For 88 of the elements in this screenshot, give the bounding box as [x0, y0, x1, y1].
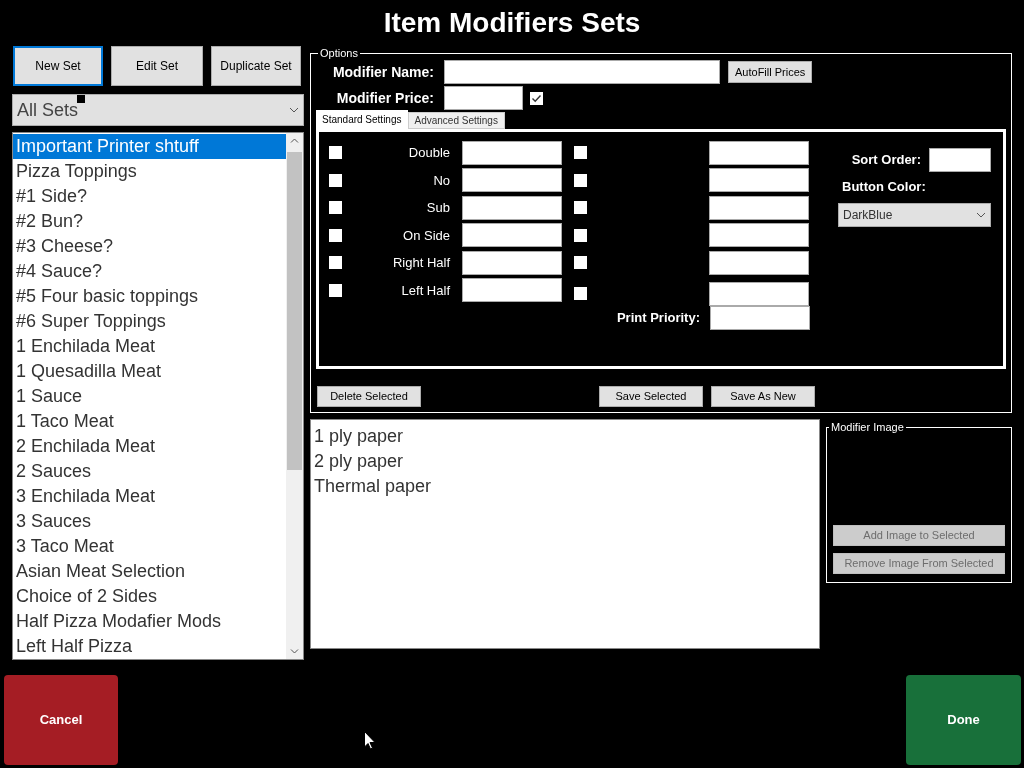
chevron-down-icon — [976, 211, 986, 218]
field-label: Button Color: — [841, 178, 927, 196]
list-item[interactable]: #2 Bun? — [13, 209, 286, 234]
input-field[interactable] — [462, 140, 562, 165]
list-item[interactable]: 1 Quesadilla Meat — [13, 359, 286, 384]
field-label: Modifier Price: — [335, 88, 434, 108]
autofill-button[interactable]: AutoFill Prices — [728, 61, 813, 83]
square-icon — [77, 95, 85, 103]
setting-label: Double — [407, 144, 450, 162]
list-item[interactable]: 2 ply paper — [314, 449, 819, 474]
setting-label: Right Half — [391, 254, 450, 272]
input-field[interactable] — [709, 195, 809, 220]
list-item[interactable]: 1 Taco Meat — [13, 409, 286, 434]
checkbox[interactable] — [574, 201, 587, 215]
input-field[interactable] — [444, 60, 720, 84]
input-field[interactable] — [929, 148, 991, 172]
input-field[interactable] — [709, 168, 809, 193]
checkbox[interactable] — [329, 256, 342, 270]
set-filter-dropdown[interactable]: All Sets — [12, 94, 304, 126]
list-item[interactable]: Left Half Pizza — [13, 634, 286, 659]
checkbox[interactable] — [574, 173, 587, 187]
toolbar-button[interactable]: New Set — [13, 46, 103, 86]
checkbox[interactable] — [329, 201, 342, 215]
list-item[interactable]: #4 Sauce? — [13, 259, 286, 284]
checkbox[interactable] — [530, 91, 543, 105]
chevron-down-icon — [289, 107, 299, 113]
toolbar-button[interactable]: Duplicate Set — [211, 46, 301, 86]
list-item[interactable]: Pizza Toppings — [13, 159, 286, 184]
color-dropdown[interactable]: DarkBlue — [838, 202, 991, 227]
list-item[interactable]: 1 Sauce — [13, 384, 286, 409]
scroll-thumb[interactable] — [287, 152, 302, 470]
tab[interactable]: Standard Settings — [316, 110, 408, 129]
list-item[interactable]: 1 Enchilada Meat — [13, 334, 286, 359]
checkbox[interactable] — [329, 228, 342, 242]
input-field[interactable] — [462, 168, 562, 193]
list-item[interactable]: #5 Four basic toppings — [13, 284, 286, 309]
list-item[interactable]: Important Printer shtuff — [13, 134, 286, 159]
cursor-icon — [364, 731, 376, 750]
list-item[interactable]: 3 Sauces — [13, 509, 286, 534]
dropdown-value: All Sets — [17, 98, 79, 122]
toolbar-button[interactable]: Edit Set — [111, 46, 203, 86]
input-field[interactable] — [709, 140, 809, 165]
input-field[interactable] — [710, 306, 810, 330]
checkbox[interactable] — [329, 146, 342, 160]
cancel-button[interactable]: Cancel — [4, 675, 118, 765]
input-field[interactable] — [462, 278, 562, 303]
checkbox[interactable] — [574, 286, 587, 300]
list-item[interactable]: Choice of 2 Sides — [13, 584, 286, 609]
checkbox[interactable] — [574, 256, 587, 270]
group-label: Modifier Image — [830, 421, 905, 433]
input-field[interactable] — [709, 223, 809, 248]
field-label: Print Priority: — [616, 309, 700, 328]
input-field[interactable] — [444, 86, 523, 110]
setting-label: On Side — [402, 226, 450, 245]
input-field[interactable] — [462, 223, 562, 248]
checkbox[interactable] — [574, 228, 587, 242]
dropdown-value: DarkBlue — [843, 206, 893, 224]
checkbox[interactable] — [329, 283, 342, 297]
list-item[interactable]: #3 Cheese? — [13, 234, 286, 259]
setting-label: Sub — [425, 199, 450, 217]
list-item[interactable]: Half Pizza Modafier Mods — [13, 609, 286, 634]
input-field[interactable] — [709, 281, 809, 306]
list-item[interactable]: 2 Sauces — [13, 459, 286, 484]
list-item[interactable]: 2 Enchilada Meat — [13, 434, 286, 459]
action-button[interactable]: Save As New — [711, 386, 815, 407]
setting-label: Left Half — [400, 281, 450, 300]
list-item[interactable]: 1 ply paper — [314, 424, 819, 449]
action-button[interactable]: Delete Selected — [317, 386, 421, 407]
group-label: Options — [319, 47, 359, 59]
list-item[interactable]: Asian Meat Selection — [13, 559, 286, 584]
checkbox[interactable] — [329, 173, 342, 187]
checkbox[interactable] — [574, 146, 587, 160]
field-label: Sort Order: — [851, 151, 921, 170]
field-label: Modifier Name: — [331, 62, 434, 82]
list-item[interactable]: #1 Side? — [13, 184, 286, 209]
list-item[interactable]: 3 Taco Meat — [13, 534, 286, 559]
setting-label: No — [432, 171, 450, 190]
done-button[interactable]: Done — [906, 675, 1021, 765]
input-field[interactable] — [462, 195, 562, 220]
scrollbar[interactable] — [286, 133, 303, 659]
tab[interactable]: Advanced Settings — [407, 112, 505, 129]
input-field[interactable] — [462, 250, 562, 275]
list-item[interactable]: Thermal paper — [314, 474, 819, 499]
action-button[interactable]: Save Selected — [599, 386, 703, 407]
list-item[interactable]: #6 Super Toppings — [13, 309, 286, 334]
list-item[interactable]: 3 Enchilada Meat — [13, 484, 286, 509]
window-title: Item Modifiers Sets — [382, 6, 642, 40]
input-field[interactable] — [709, 250, 809, 275]
